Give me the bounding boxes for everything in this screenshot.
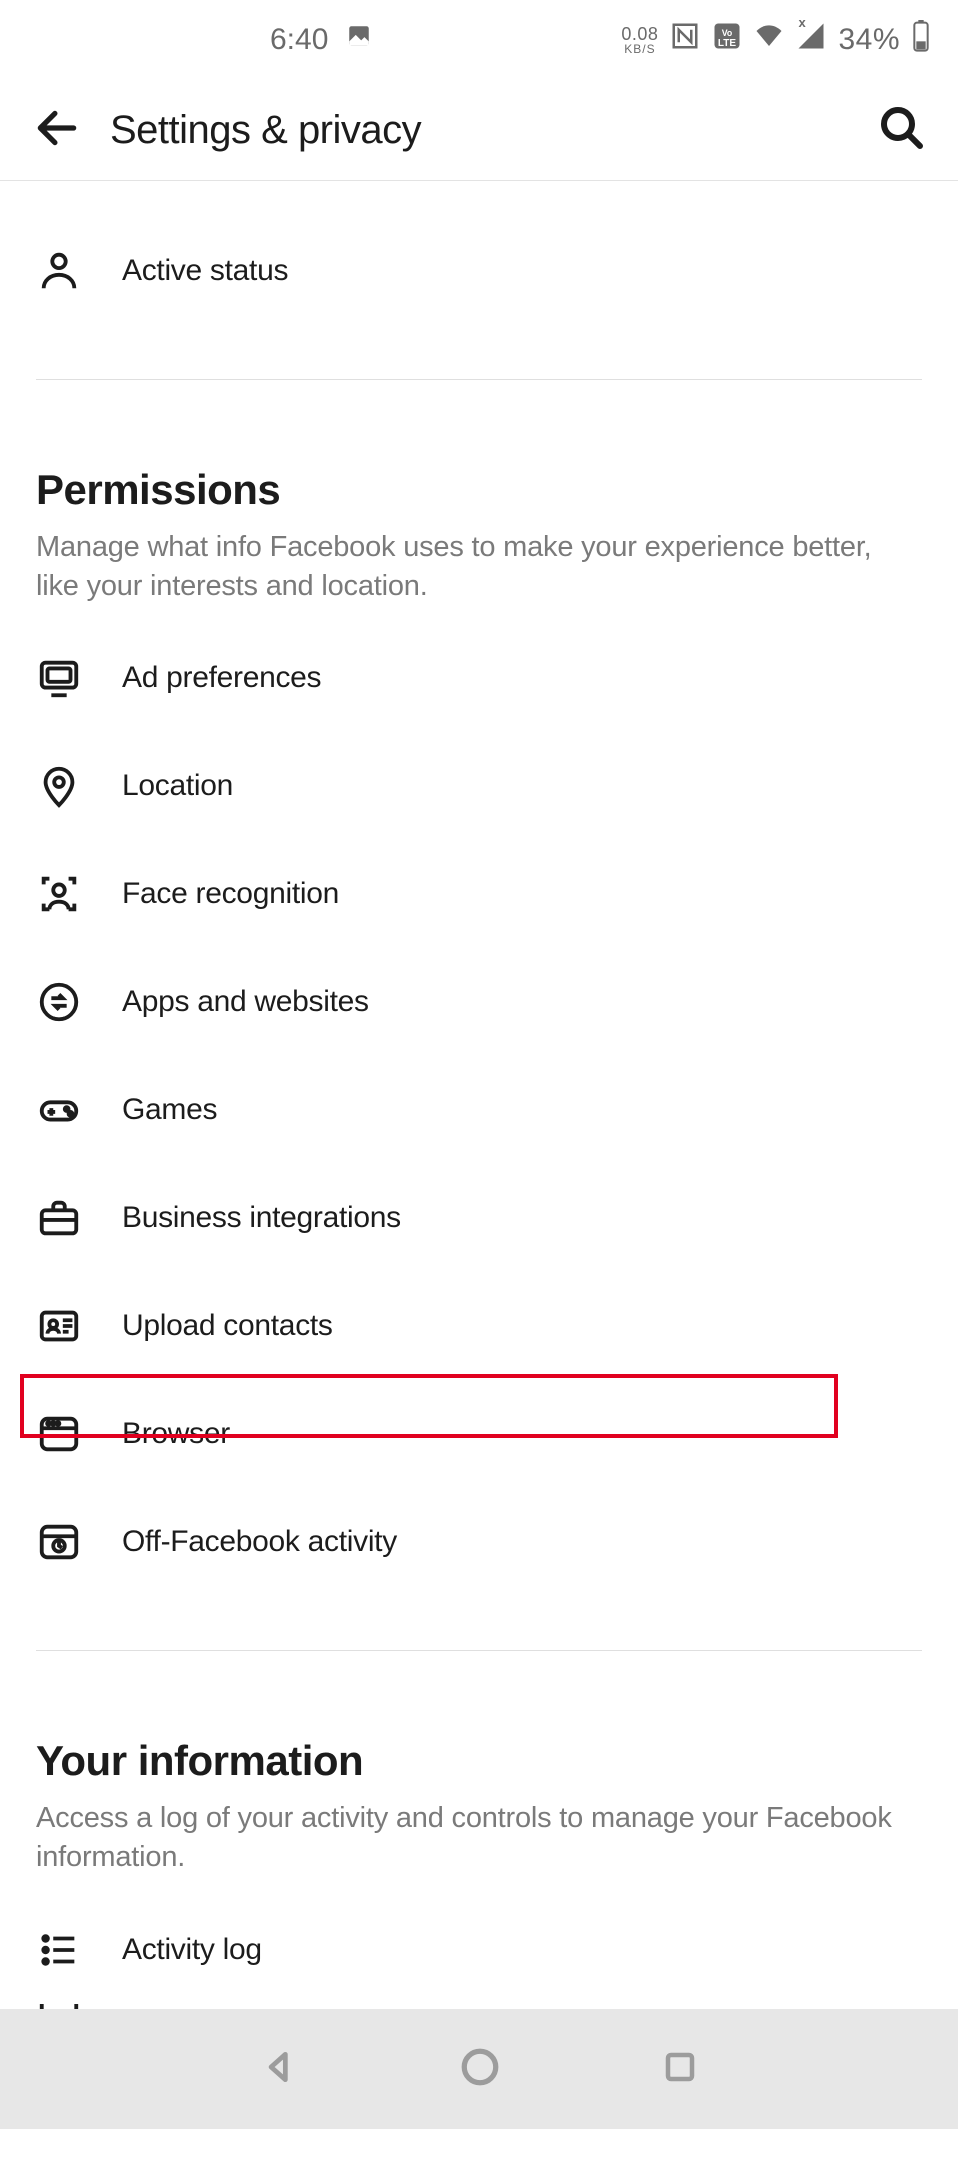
- row-active-status[interactable]: Active status: [36, 217, 922, 325]
- status-bar: 6:40 0.08 KB/S VoLTE x 34%: [0, 0, 958, 80]
- swap-icon: [36, 979, 82, 1025]
- section-description: Manage what info Facebook uses to make y…: [36, 528, 922, 606]
- page-title: Settings & privacy: [110, 108, 878, 153]
- app-header: Settings & privacy: [0, 80, 958, 181]
- briefcase-icon: [36, 1195, 82, 1241]
- activity-list-icon: [36, 1927, 82, 1973]
- row-business-integrations[interactable]: Business integrations: [36, 1164, 922, 1272]
- image-icon: [346, 23, 372, 57]
- row-location[interactable]: Location: [36, 732, 922, 840]
- row-label: Face recognition: [122, 877, 339, 911]
- status-time: 6:40: [270, 23, 328, 57]
- row-apps-websites[interactable]: Apps and websites: [36, 948, 922, 1056]
- back-button[interactable]: [32, 103, 82, 158]
- browser-window-icon: [36, 1411, 82, 1457]
- search-button[interactable]: [878, 104, 926, 157]
- nav-recent-button[interactable]: [662, 2049, 698, 2090]
- row-label: Active status: [122, 254, 288, 288]
- section-description: Access a log of your activity and contro…: [36, 1799, 922, 1877]
- row-face-recognition[interactable]: Face recognition: [36, 840, 922, 948]
- section-title: Your information: [36, 1737, 922, 1785]
- row-activity-log[interactable]: Activity log: [36, 1896, 922, 2004]
- section-permissions: Permissions Manage what info Facebook us…: [0, 380, 958, 1596]
- row-off-facebook-activity[interactable]: Off-Facebook activity: [36, 1488, 922, 1596]
- nav-home-button[interactable]: [459, 2046, 501, 2093]
- section-title: Permissions: [36, 466, 922, 514]
- row-label: Ad preferences: [122, 661, 321, 695]
- row-label: Off-Facebook activity: [122, 1525, 397, 1559]
- svg-text:Vo: Vo: [722, 28, 733, 38]
- system-nav-bar: [0, 2009, 958, 2129]
- face-scan-icon: [36, 871, 82, 917]
- row-label: Browser: [122, 1417, 230, 1451]
- signal-icon: x: [796, 21, 826, 59]
- row-browser[interactable]: Browser: [36, 1380, 922, 1488]
- row-label: Apps and websites: [122, 985, 369, 1019]
- row-label: Upload contacts: [122, 1309, 333, 1343]
- section-your-information: Your information Access a log of your ac…: [0, 1651, 958, 2023]
- wifi-icon: [754, 21, 784, 59]
- row-upload-contacts[interactable]: Upload contacts: [36, 1272, 922, 1380]
- battery-percentage: 34%: [838, 23, 900, 57]
- person-icon: [36, 248, 82, 294]
- gamepad-icon: [36, 1087, 82, 1133]
- history-window-icon: [36, 1519, 82, 1565]
- nfc-icon: [670, 21, 700, 59]
- row-label: Location: [122, 769, 233, 803]
- location-pin-icon: [36, 763, 82, 809]
- network-speed: 0.08 KB/S: [621, 25, 658, 55]
- svg-text:LTE: LTE: [718, 38, 736, 49]
- row-ad-preferences[interactable]: Ad preferences: [36, 624, 922, 732]
- volte-icon: VoLTE: [712, 21, 742, 59]
- nav-back-button[interactable]: [260, 2048, 298, 2091]
- contact-card-icon: [36, 1303, 82, 1349]
- battery-icon: [912, 20, 930, 60]
- row-label: Business integrations: [122, 1201, 401, 1235]
- row-label: Activity log: [122, 1933, 262, 1967]
- monitor-icon: [36, 655, 82, 701]
- row-label: Games: [122, 1093, 217, 1127]
- row-games[interactable]: Games: [36, 1056, 922, 1164]
